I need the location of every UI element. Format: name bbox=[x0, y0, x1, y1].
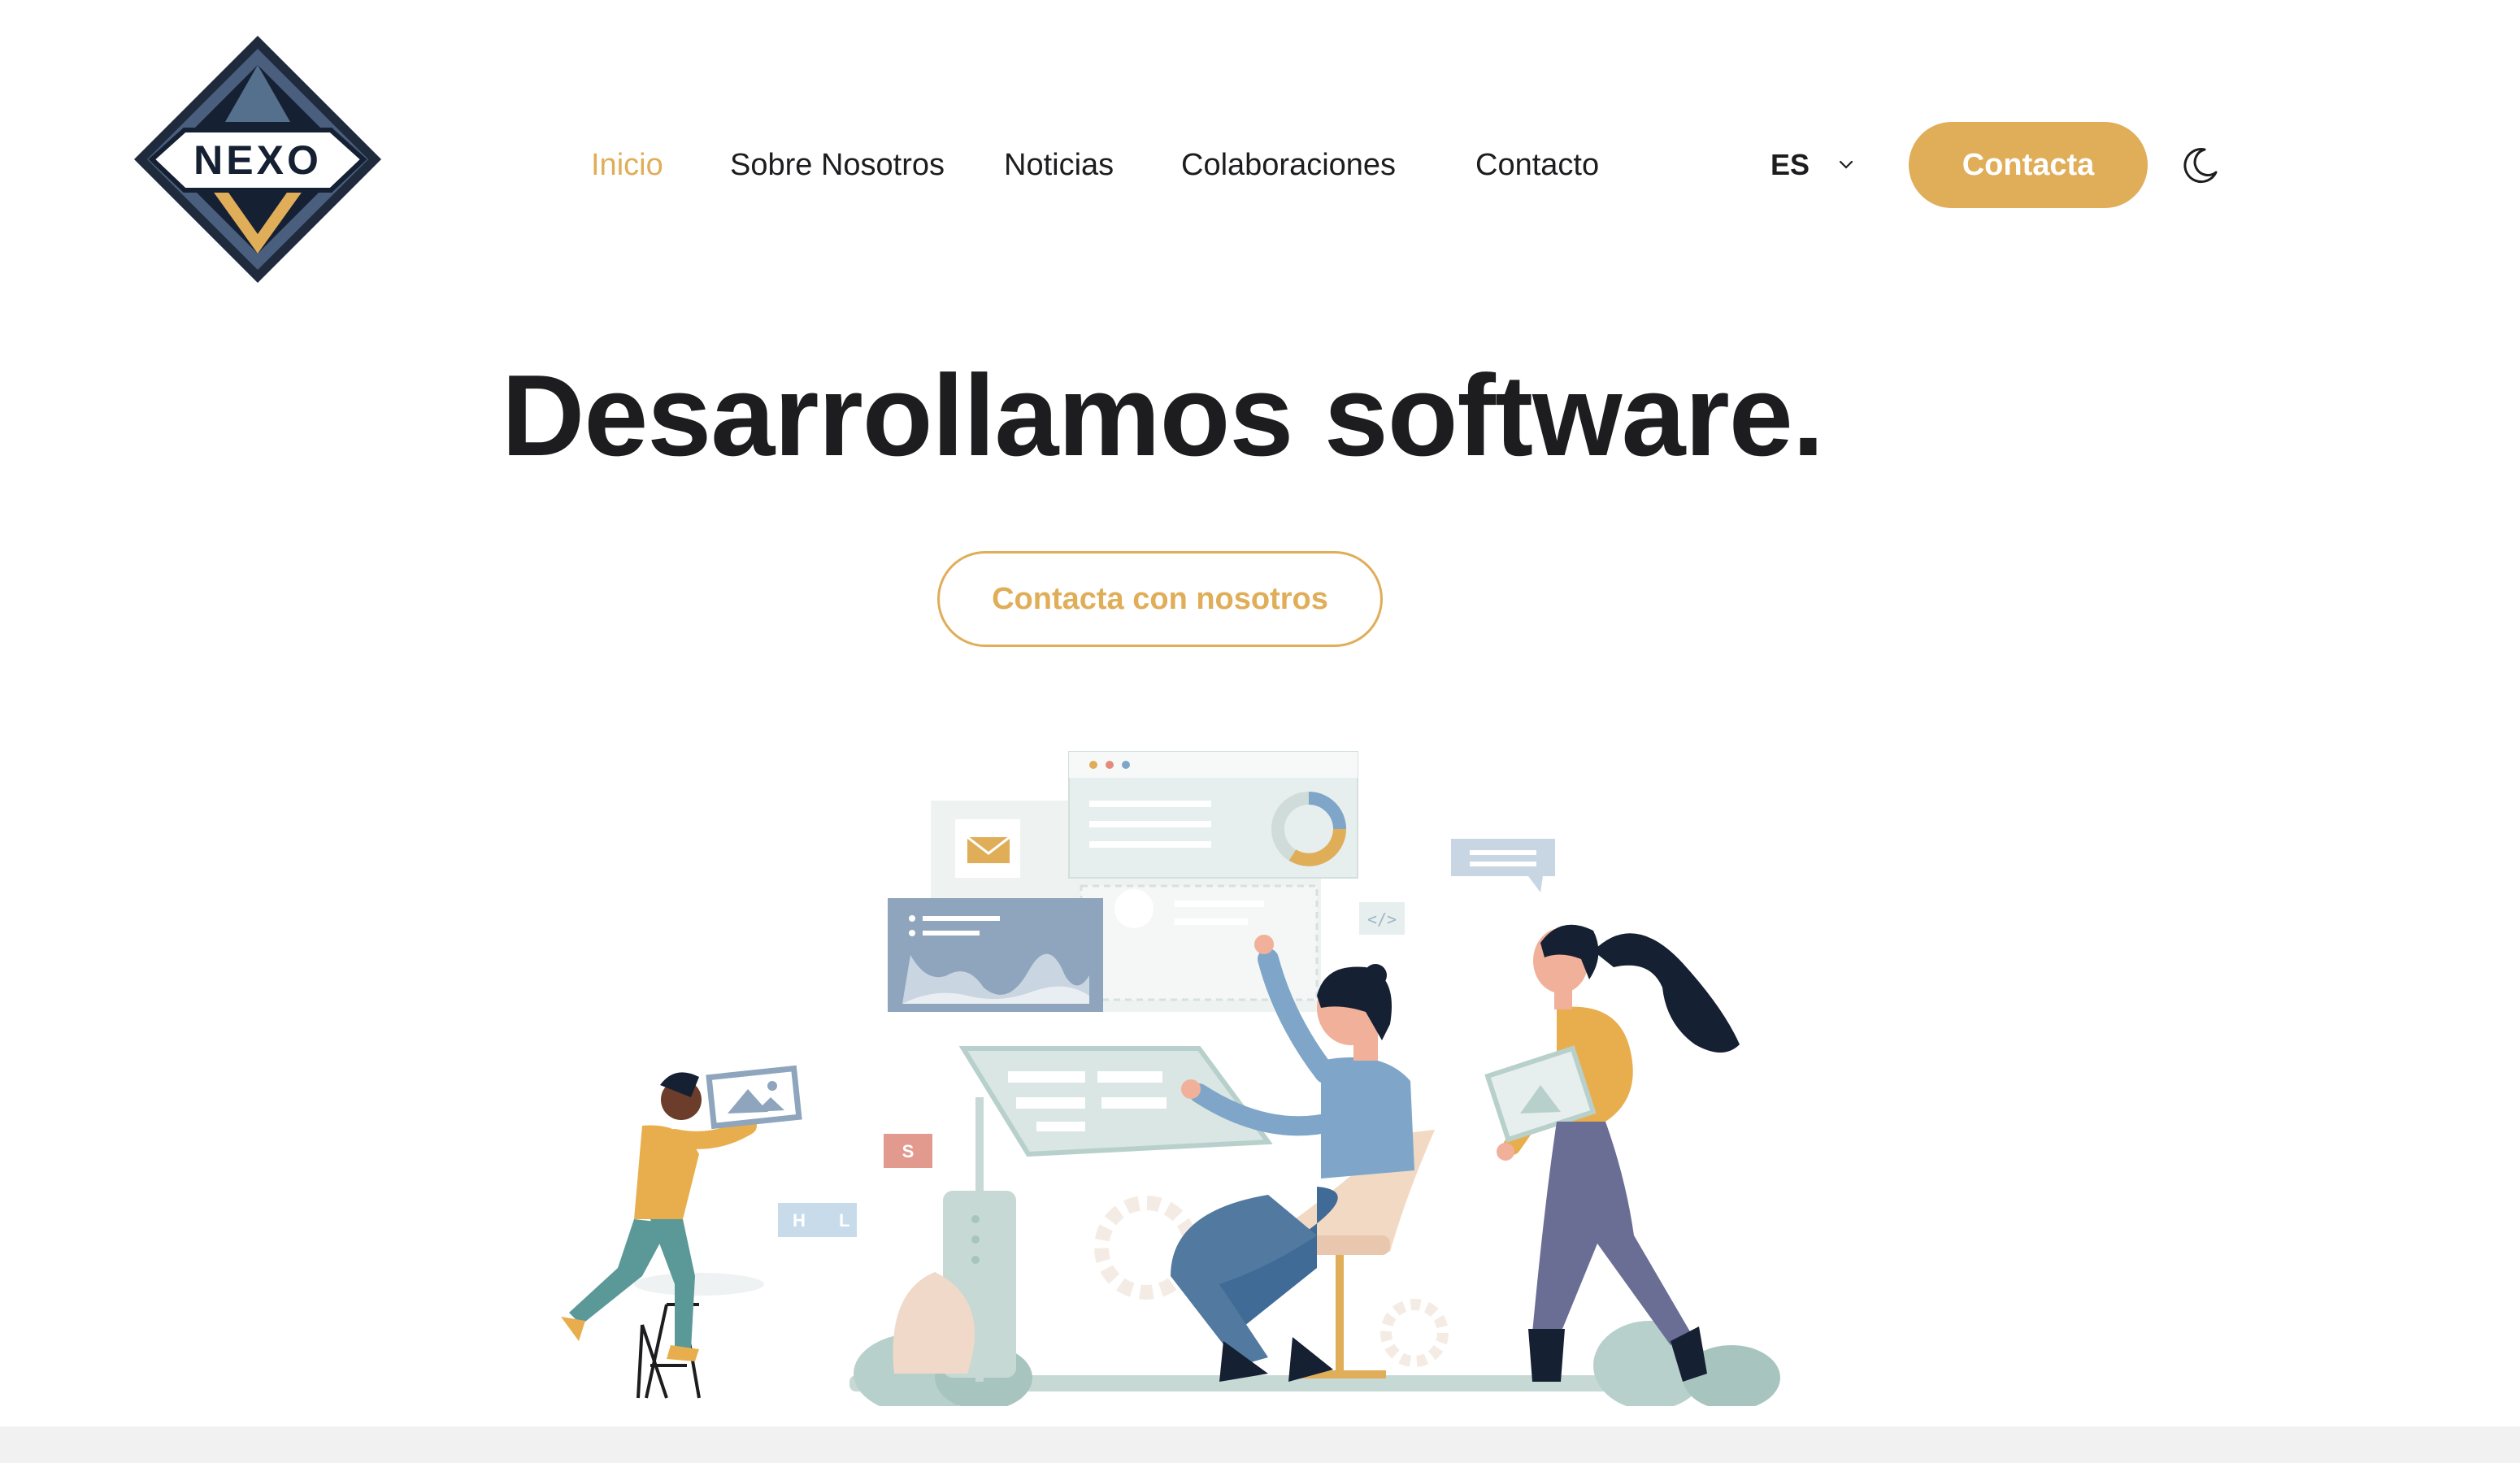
picture-frame bbox=[706, 1065, 802, 1130]
logo-text: NEXO bbox=[193, 137, 322, 183]
person-woman bbox=[1484, 924, 1740, 1382]
svg-text:</>: </> bbox=[1367, 909, 1397, 929]
mail-card bbox=[955, 819, 1020, 878]
hero-title: Desarrollamos software. bbox=[501, 351, 1824, 480]
browser-window bbox=[1068, 751, 1358, 879]
contacta-con-nosotros-button[interactable]: Contacta con nosotros bbox=[937, 551, 1383, 647]
svg-text:L: L bbox=[839, 1210, 849, 1231]
wave-chart-card bbox=[888, 898, 1103, 1012]
nexo-logo[interactable]: NEXO bbox=[128, 33, 388, 286]
nav-item-inicio[interactable]: Inicio bbox=[591, 137, 663, 193]
person-ladder bbox=[561, 1065, 802, 1399]
hero-illustration: </> S H L bbox=[561, 751, 1780, 1406]
nav-item-colaboraciones[interactable]: Colaboraciones bbox=[1181, 137, 1396, 193]
language-selector[interactable]: ES bbox=[1771, 137, 1810, 193]
nav-item-noticias[interactable]: Noticias bbox=[1004, 137, 1114, 193]
chat-bubble bbox=[1451, 839, 1555, 892]
nav-item-sobre-nosotros[interactable]: Sobre Nosotros bbox=[730, 137, 945, 193]
footer-band bbox=[0, 1426, 2520, 1463]
svg-text:H: H bbox=[793, 1210, 806, 1231]
nav-item-contacto[interactable]: Contacto bbox=[1475, 137, 1599, 193]
chevron-down-icon[interactable] bbox=[1836, 154, 1857, 176]
contacta-button[interactable]: Contacta bbox=[1909, 122, 2148, 208]
code-tag: </> bbox=[1359, 902, 1405, 935]
moon-icon[interactable] bbox=[2180, 145, 2221, 185]
svg-text:S: S bbox=[902, 1141, 915, 1161]
letter-tiles-hl: H L bbox=[778, 1203, 857, 1237]
gear-icon-small bbox=[1380, 1299, 1449, 1367]
letter-tile-s: S bbox=[884, 1134, 932, 1168]
